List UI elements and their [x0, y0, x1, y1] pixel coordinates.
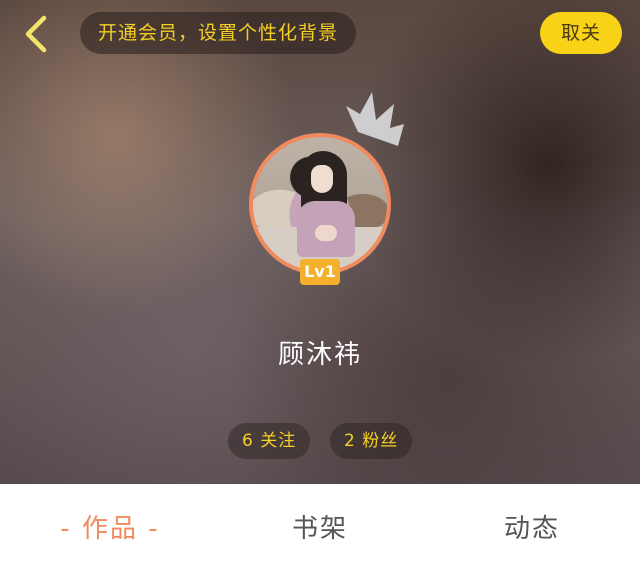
username: 顾沐祎	[277, 340, 362, 370]
back-button[interactable]	[14, 12, 58, 56]
vip-background-banner[interactable]: 开通会员，设置个性化背景	[80, 12, 357, 54]
profile-tab-bar: - 作品 - 书架 动态	[0, 484, 640, 565]
level-badge: Lv1	[300, 259, 340, 285]
tab-activity[interactable]: 动态	[462, 484, 602, 565]
following-count-button[interactable]: 6 关注	[228, 423, 311, 459]
unfollow-button[interactable]: 取关	[540, 12, 622, 54]
profile-header-background: 开通会员，设置个性化背景 取关 Lv1 顾沐祎 6 关注 2 粉丝	[0, 0, 640, 484]
tab-bookshelf[interactable]: 书架	[250, 484, 390, 565]
chevron-left-icon	[25, 15, 47, 53]
avatar[interactable]	[249, 133, 391, 275]
fans-count-button[interactable]: 2 粉丝	[330, 423, 413, 459]
tab-works[interactable]: - 作品 -	[40, 484, 180, 565]
avatar-image	[253, 137, 387, 271]
